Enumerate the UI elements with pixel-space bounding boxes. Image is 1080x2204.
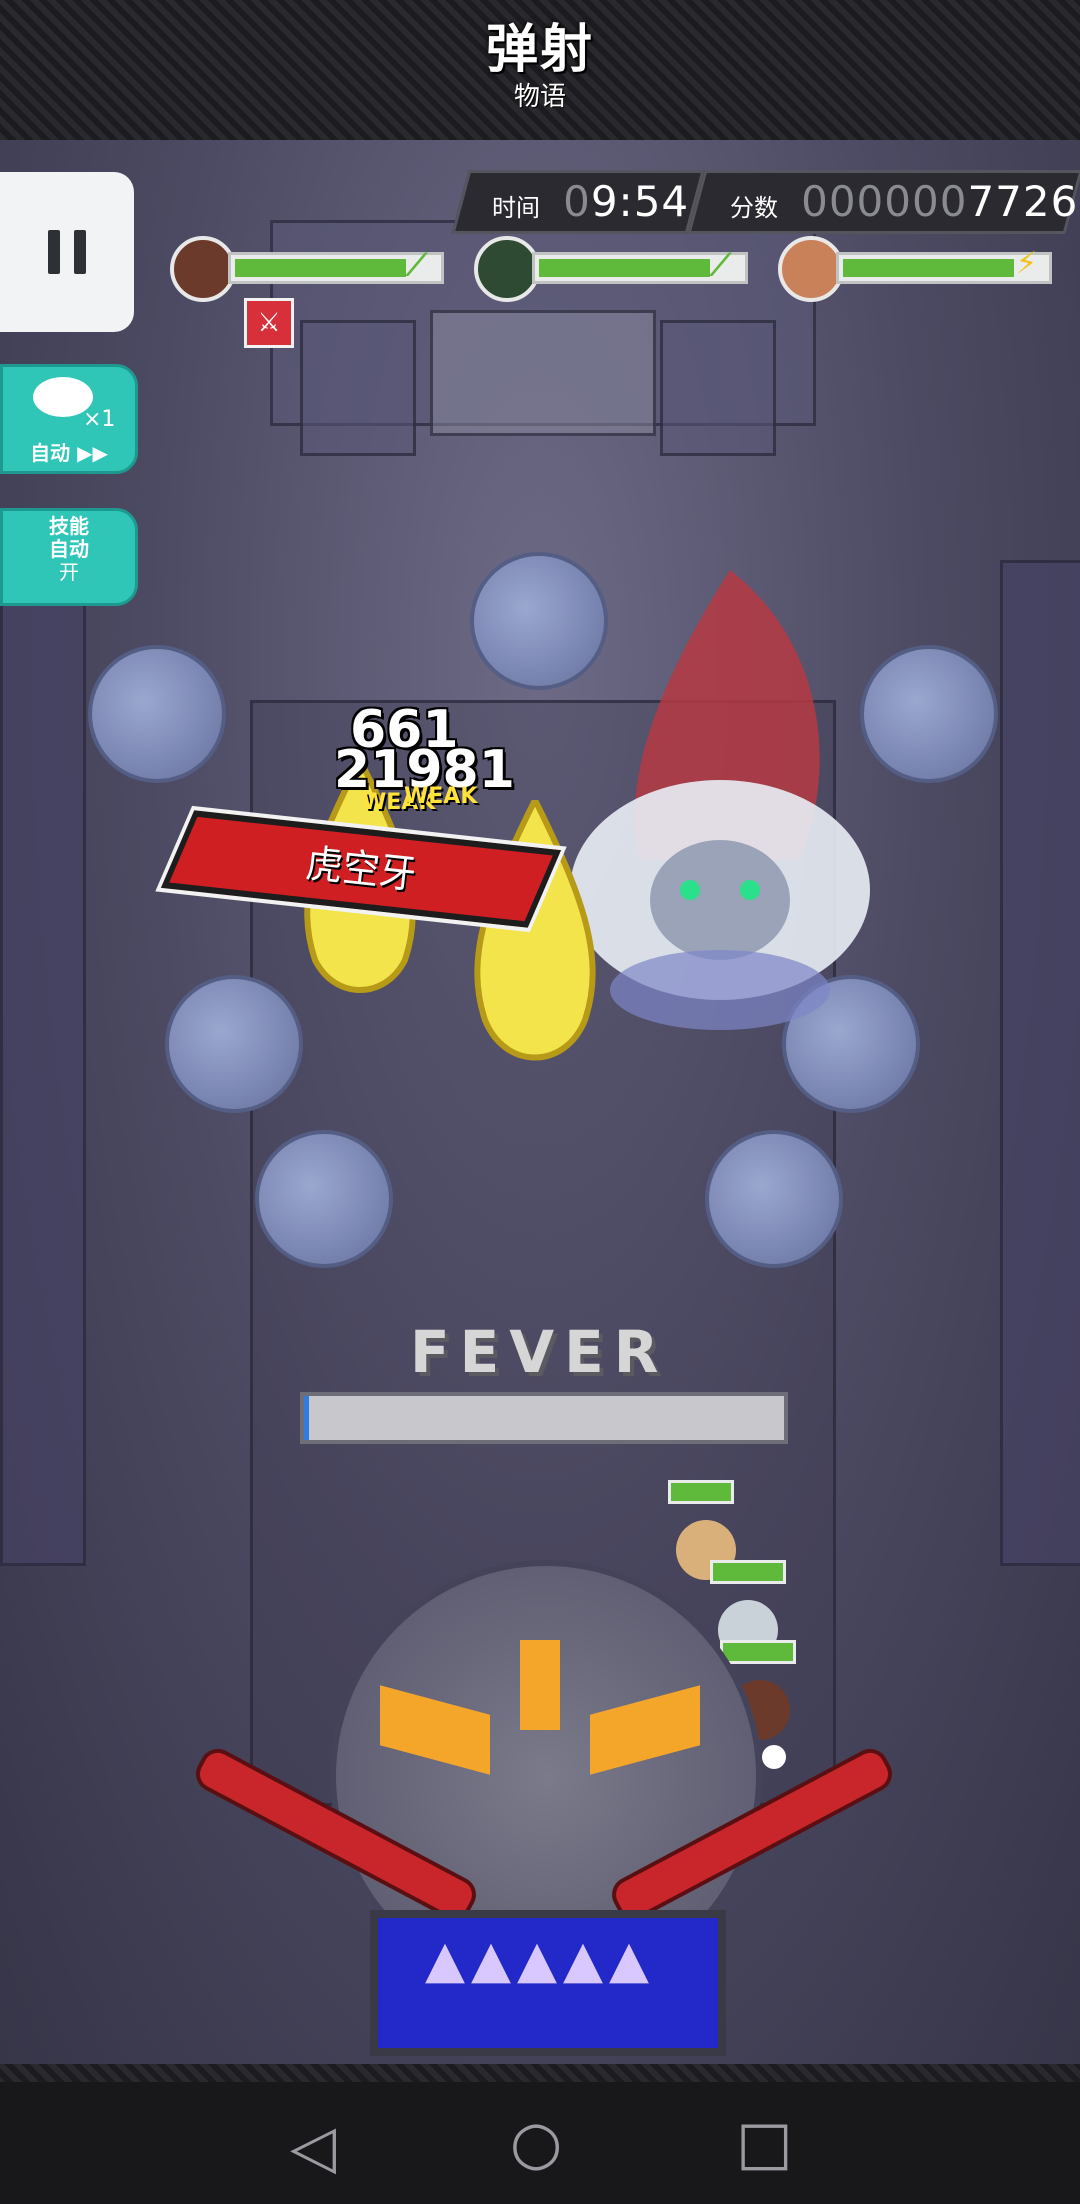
fever-gauge-fill [304,1396,309,1440]
recent-apps-icon[interactable]: □ [736,2108,793,2178]
bumper [88,645,226,783]
yellow-flame-effect [465,793,605,1070]
pinball-ball [762,1745,786,1769]
skill-auto-state: 开 [59,560,79,584]
time-label: 时间 [492,194,540,222]
unit-hp-bar [720,1640,796,1664]
wall-left [0,560,86,1566]
time-display: 时间 09:54 [492,176,689,228]
skill-auto-button[interactable]: 技能 自动 开 [0,508,138,606]
disk-light [520,1640,560,1730]
boss-enemy [560,560,880,1080]
skill-auto-line2: 自动 [49,537,89,561]
score-prefix: 000000 [801,177,968,226]
auto-multiplier: ×1 [83,407,116,432]
pause-icon [74,230,86,274]
bumper [860,645,998,783]
hp-bar-fill [539,259,710,277]
score-display: 分数 0000007726 [730,176,1078,228]
pillar-right [660,320,776,456]
leaf-skill-icon: ⟋ [710,248,731,283]
drain-flames: ▲▲▲▲▲ [425,1930,655,1990]
fever-gauge [300,1392,788,1444]
hp-bar-fill [235,259,406,277]
auto-label: 自动 ▶▶ [30,441,108,465]
unit-hp-bar [668,1480,734,1504]
fever-label: FEVER [410,1318,669,1386]
bumper [255,1130,393,1268]
score-value: 7726 [967,177,1079,226]
leaf-skill-icon: ⟋ [406,248,427,283]
hp-bar-fill [843,259,1014,277]
pillar-left [300,320,416,456]
time-value: 9:54 [590,177,690,226]
time-prefix: 0 [563,177,591,226]
weak-indicator: WEAK [404,784,478,809]
character-portrait [170,236,236,302]
sword-buff-icon: ⚔ [244,298,294,348]
character-portrait [474,236,540,302]
bumper [165,975,303,1113]
unit-hp-bar [710,1560,786,1584]
pause-button[interactable] [0,172,134,332]
character-portrait [778,236,844,302]
pause-icon [48,230,60,274]
back-button-icon[interactable]: ◁ [290,2112,336,2182]
stairs [430,310,656,436]
score-label: 分数 [730,194,778,222]
logo-main-text: 弹射 [485,20,594,80]
auto-play-button[interactable]: ×1 自动 ▶▶ [0,364,138,474]
pinball-field: FEVER ▲▲▲▲▲ [0,140,1080,2064]
game-logo: 弹射 物语 [430,18,650,122]
bumper [705,1130,843,1268]
wall-right [1000,560,1080,1566]
skill-auto-line1: 技能 [49,514,89,538]
lightning-skill-icon: ⚡ [1016,246,1038,281]
home-button-icon[interactable]: ○ [510,2108,562,2178]
logo-sub-text: 物语 [513,82,566,112]
